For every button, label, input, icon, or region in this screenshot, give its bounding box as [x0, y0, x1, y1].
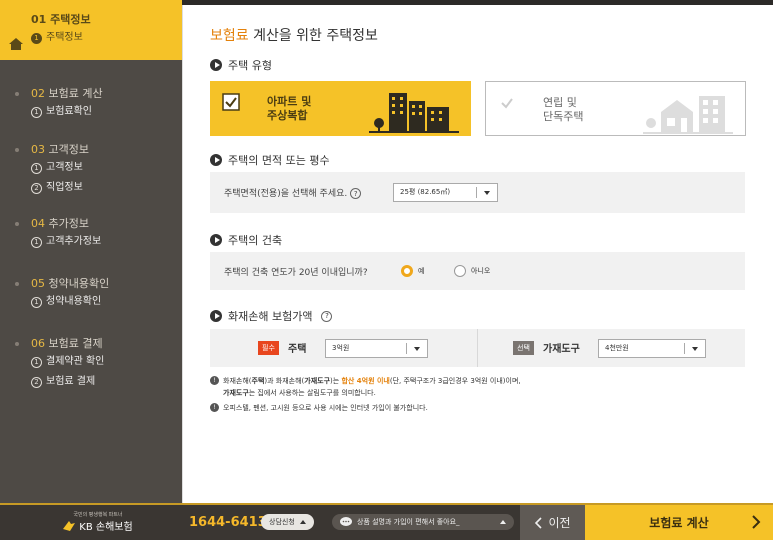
main-panel: 보험료 계산을 위한 주택정보 주택 유형 아파트 및 주상복합 연립 및 단독주택…	[182, 5, 773, 503]
section-insured-amount: 화재손해 보험가액?	[210, 308, 333, 324]
phone-number: 1644-6413	[189, 515, 267, 530]
chevron-down-icon	[692, 347, 698, 351]
houses-icon	[643, 96, 733, 134]
sidebar-item-extra-info[interactable]: 1 고객추가정보	[31, 232, 182, 252]
section-house-area: 주택의 면적 또는 평수	[210, 152, 330, 168]
chevron-down-icon	[414, 347, 420, 351]
calculate-premium-button[interactable]: 보험료 계산	[585, 505, 773, 540]
area-select[interactable]: 25평 (82.65㎡)	[393, 183, 498, 202]
arrow-icon	[210, 310, 222, 322]
step-dot	[15, 92, 19, 96]
footer-bar: 국민의 평생행복 파트너 KB 손해보험 1644-6413 상담신청 상품 설…	[0, 503, 773, 540]
section-house-build: 주택의 건축	[210, 232, 282, 248]
kb-logo: 국민의 평생행복 파트너 KB 손해보험	[53, 511, 143, 535]
info-icon: !	[210, 376, 219, 385]
house-label: 주택	[288, 344, 307, 355]
step-dot	[15, 148, 19, 152]
step-group-05[interactable]: 05 청약내용확인 1 청약내용확인	[0, 276, 182, 312]
prev-button[interactable]: 이전	[520, 505, 585, 540]
chevron-left-icon	[535, 516, 543, 529]
apartment-buildings-icon	[369, 93, 459, 133]
help-icon[interactable]: ?	[321, 310, 333, 322]
amount-row: 필수 주택 3억원 선택 가재도구 4천만원	[210, 329, 745, 367]
arrow-icon	[210, 59, 222, 71]
step-num: 01	[31, 13, 47, 26]
chevron-up-icon	[299, 520, 306, 524]
chat-bubble-icon	[340, 517, 352, 526]
sidebar-item-contract-check[interactable]: 1 청약내용확인	[31, 292, 182, 312]
page-title: 보험료 계산을 위한 주택정보	[210, 28, 378, 44]
step-dot	[15, 342, 19, 346]
arrow-icon	[210, 234, 222, 246]
build-no-radio[interactable]: 아니오	[454, 265, 490, 277]
area-row: 주택면적(전용)을 선택해 주세요.? 25평 (82.65㎡)	[210, 172, 745, 213]
chevron-down-icon	[484, 191, 490, 195]
build-row: 주택의 건축 연도가 20년 이내입니까? 예 아니오	[210, 252, 745, 290]
build-yes-radio[interactable]: 예	[401, 265, 424, 277]
kb-star-icon	[63, 520, 76, 531]
step-group-01[interactable]: 01 주택정보 1 주택정보	[0, 0, 182, 60]
home-icon	[9, 38, 23, 50]
step-group-04[interactable]: 04 추가정보 1 고객추가정보	[0, 216, 182, 252]
goods-amount-select[interactable]: 4천만원	[598, 339, 706, 358]
note-officetel: ! 오피스텔, 펜션, 고시원 등으로 사용 시에는 인터넷 가입이 불가합니다…	[210, 402, 428, 414]
chevron-up-icon	[500, 520, 506, 524]
sidebar-item-house-info[interactable]: 1 주택정보	[31, 28, 182, 48]
step-sidebar: 01 주택정보 1 주택정보 02 보험료 계산 1 보험료확인 03 고객정보 1…	[0, 0, 182, 503]
checkbox-checked-icon	[222, 93, 240, 111]
sidebar-item-job-info[interactable]: 2 직업정보	[31, 178, 182, 198]
arrow-icon	[210, 154, 222, 166]
chevron-right-icon	[752, 515, 761, 529]
sidebar-item-customer-info[interactable]: 1 고객정보	[31, 158, 182, 178]
info-icon: !	[210, 403, 219, 412]
divider	[477, 329, 478, 367]
chat-button[interactable]: 상품 설명과 가입이 편해서 좋아요_	[332, 514, 514, 530]
section-house-type: 주택 유형	[210, 57, 272, 73]
help-icon[interactable]: ?	[350, 188, 362, 199]
step-dot	[15, 282, 19, 286]
goods-label: 가재도구	[543, 344, 580, 355]
house-type-apartment-card[interactable]: 아파트 및 주상복합	[210, 81, 471, 136]
sidebar-item-terms[interactable]: 1 결제약관 확인	[31, 352, 182, 372]
checkbox-unchecked-icon	[501, 98, 513, 109]
house-type-detached-card[interactable]: 연립 및 단독주택	[485, 81, 746, 136]
step-title: 주택정보	[50, 13, 91, 26]
step-dot	[15, 222, 19, 226]
required-badge: 필수	[258, 341, 279, 355]
build-question: 주택의 건축 연도가 20년 이내입니까?	[224, 268, 368, 278]
step-group-03[interactable]: 03 고객정보 1 고객정보 2 직업정보	[0, 142, 182, 198]
note-amount-limit: ! 화재손해(주택)과 화재손해(가재도구)는 합산 4억원 이내(단, 주택구…	[210, 375, 521, 399]
area-label: 주택면적(전용)을 선택해 주세요.	[224, 189, 348, 199]
step-group-02[interactable]: 02 보험료 계산 1 보험료확인	[0, 86, 182, 122]
optional-badge: 선택	[513, 341, 534, 355]
consult-button[interactable]: 상담신청	[261, 514, 314, 530]
sidebar-item-payment[interactable]: 2 보험료 결제	[31, 372, 182, 392]
house-amount-select[interactable]: 3억원	[325, 339, 428, 358]
step-group-06[interactable]: 06 보험료 결제 1 결제약관 확인 2 보험료 결제	[0, 336, 182, 392]
sidebar-item-premium-check[interactable]: 1 보험료확인	[31, 102, 182, 122]
